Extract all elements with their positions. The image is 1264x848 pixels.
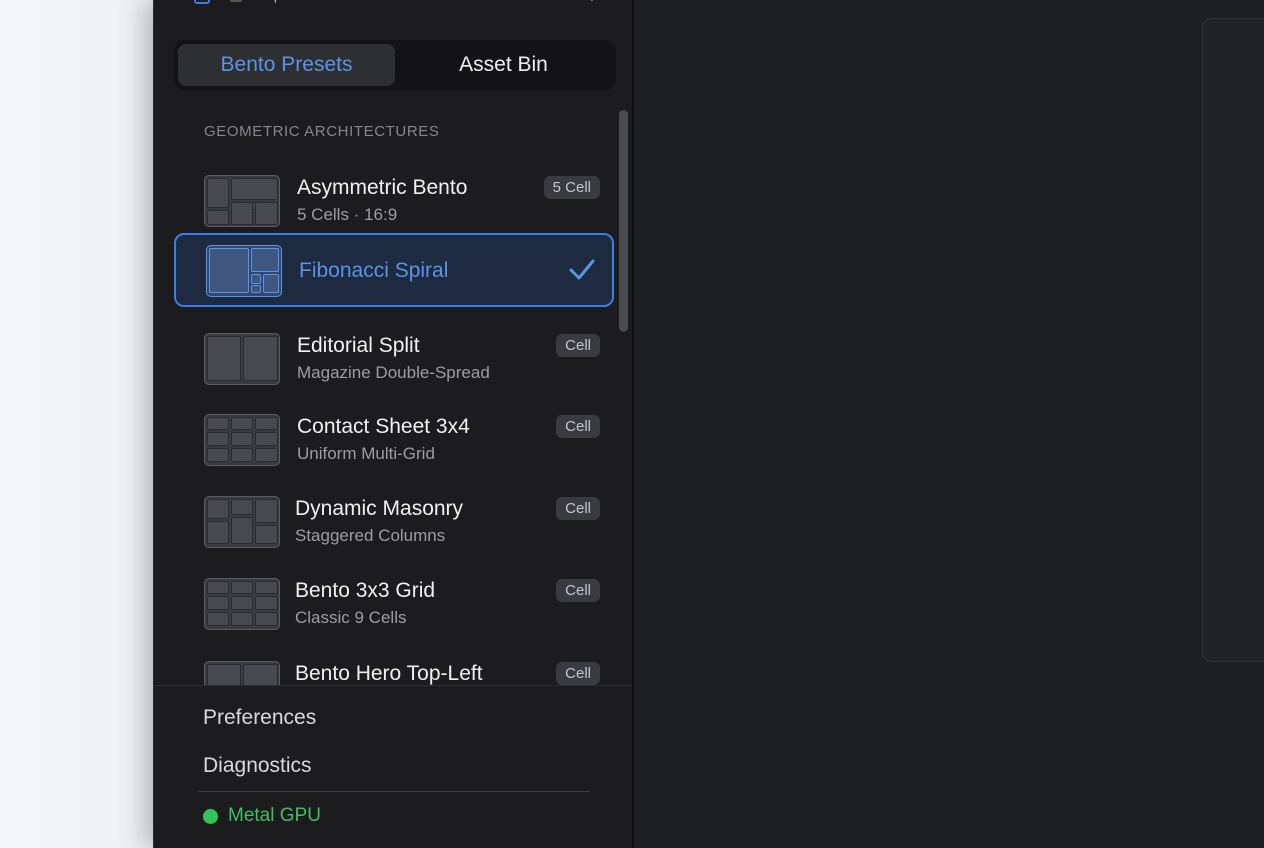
cell-count-badge: 5 Cell <box>543 176 600 199</box>
grid-3x3-icon <box>204 578 280 630</box>
preset-title: Asymmetric Bento <box>297 176 468 199</box>
preset-title: Fibonacci Spiral <box>299 259 449 282</box>
desktop-background <box>0 0 153 848</box>
preset-subtitle: Magazine Double-Spread <box>297 363 490 382</box>
preset-title: Bento Hero Top-Left <box>295 662 483 685</box>
footer-divider <box>154 685 634 686</box>
preset-list: Asymmetric Bento 5 Cells · 16:9 5 Cell F… <box>154 150 634 685</box>
chevron-down-icon[interactable]: ⌄ <box>586 0 598 5</box>
split-layout-icon <box>204 333 280 385</box>
cell-count-badge: Cell <box>556 334 600 357</box>
masonry-layout-icon <box>204 496 280 548</box>
status-dot-icon <box>203 808 218 824</box>
inspector-panel-edge <box>1202 18 1264 662</box>
diagnostics-link[interactable]: Diagnostics <box>203 754 312 778</box>
hero-layout-icon <box>204 661 280 685</box>
preset-title: Bento 3x3 Grid <box>295 579 436 602</box>
preset-subtitle: Classic 9 Cells <box>295 608 407 627</box>
preferences-link[interactable]: Preferences <box>203 706 316 730</box>
cell-count-badge: Cell <box>556 415 600 438</box>
checkbox-icon[interactable] <box>194 0 210 4</box>
preset-bento-3x3-grid[interactable]: Bento 3x3 Grid Classic 9 Cells Cell <box>154 563 614 637</box>
main-canvas[interactable] <box>634 0 1264 848</box>
preset-title: Contact Sheet 3x4 <box>297 415 470 438</box>
gpu-status-label: Metal GPU <box>228 805 321 826</box>
preset-fibonacci-spiral[interactable]: Fibonacci Spiral <box>174 233 614 307</box>
cell-count-badge: Cell <box>556 662 600 685</box>
gpu-status: Metal GPU <box>203 805 321 827</box>
tab-bento-presets[interactable]: Bento Presets <box>178 44 395 86</box>
preset-subtitle: Staggered Columns <box>295 526 446 545</box>
cell-count-badge: Cell <box>556 579 600 602</box>
asymmetric-layout-icon <box>204 175 280 227</box>
fibonacci-layout-icon <box>206 245 282 297</box>
preset-contact-sheet[interactable]: Contact Sheet 3x4 Uniform Multi-Grid Cel… <box>154 399 614 473</box>
preset-subtitle: Uniform Multi-Grid <box>297 444 435 463</box>
preset-dynamic-masonry[interactable]: Dynamic Masonry Staggered Columns Cell <box>154 481 614 555</box>
tab-asset-bin[interactable]: Asset Bin <box>395 44 612 86</box>
preset-title: Dynamic Masonry <box>295 497 464 520</box>
preset-editorial-split[interactable]: Editorial Split Magazine Double-Spread C… <box>154 318 614 392</box>
grid-3x4-icon <box>204 414 280 466</box>
footer-divider-inner <box>198 791 590 792</box>
sidebar: · ·, · ⌄ Bento Presets Asset Bin GEOMETR… <box>153 0 634 848</box>
toolbar-partial-text: · ·, · <box>258 0 287 5</box>
tab-segmented-control: Bento Presets Asset Bin <box>174 40 616 90</box>
preset-bento-hero-top-left[interactable]: Bento Hero Top-Left Cell <box>154 646 614 685</box>
cell-count-badge: Cell <box>556 497 600 520</box>
preset-subtitle: 5 Cells · 16:9 <box>297 205 398 224</box>
preset-title: Editorial Split <box>297 334 420 357</box>
top-toolbar-clipped: · ·, · ⌄ <box>154 0 634 6</box>
section-header: GEOMETRIC ARCHITECTURES <box>204 123 440 140</box>
preset-asymmetric-bento[interactable]: Asymmetric Bento 5 Cells · 16:9 5 Cell <box>154 160 614 234</box>
checkmark-icon <box>569 259 595 280</box>
square-icon <box>230 0 242 2</box>
